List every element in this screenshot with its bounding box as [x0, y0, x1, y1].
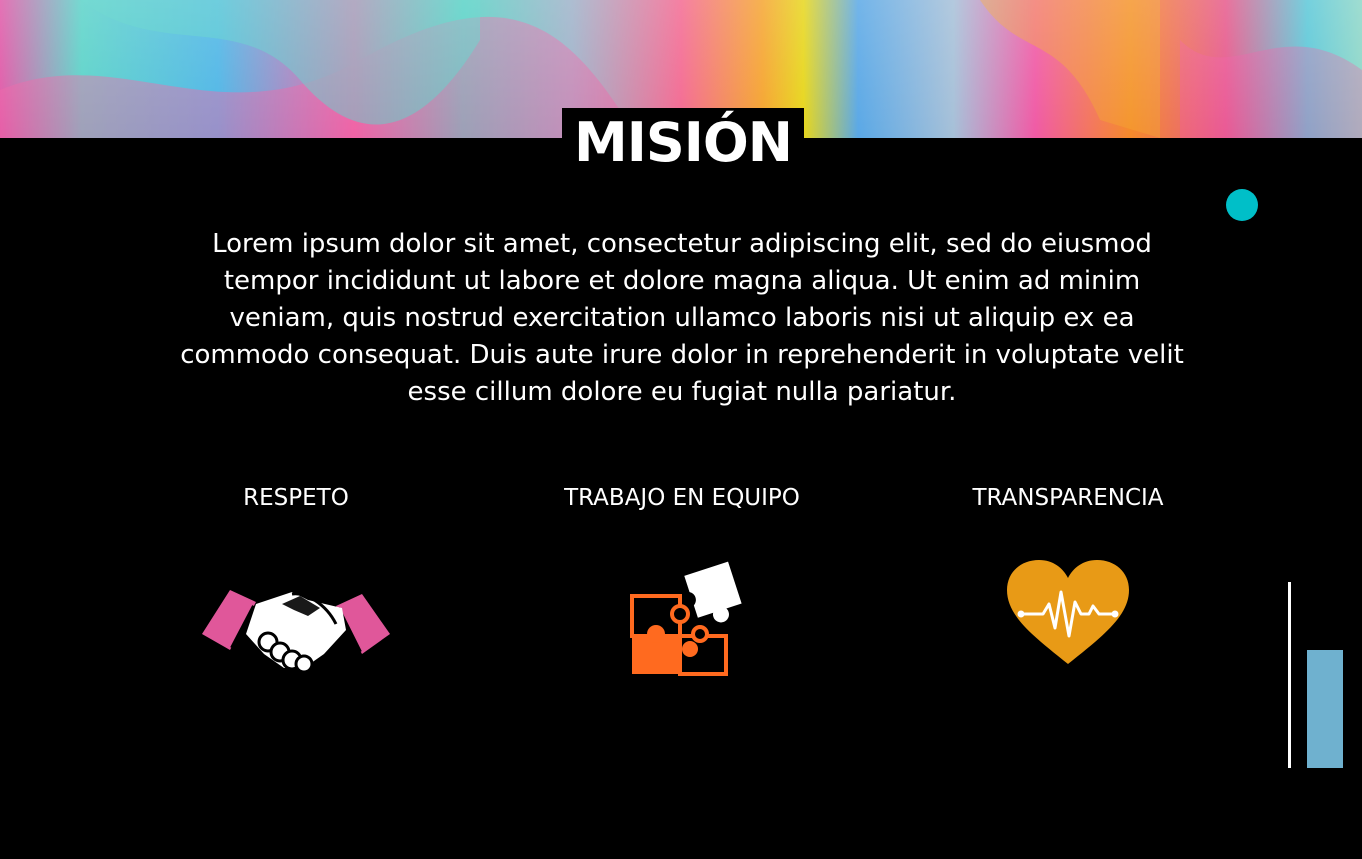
heartbeat-icon	[1007, 560, 1129, 664]
value-label: TRABAJO EN EQUIPO	[564, 485, 800, 511]
puzzle-icon	[630, 561, 742, 676]
value-label: TRANSPARENCIA	[972, 485, 1164, 511]
page-title: MISIÓN	[574, 111, 793, 174]
mission-paragraph: Lorem ipsum dolor sit amet, consectetur …	[180, 229, 1184, 407]
value-respeto: RESPETO	[146, 482, 446, 674]
accent-dot	[1226, 189, 1258, 221]
handshake-icon	[202, 590, 390, 674]
value-transparencia: TRANSPARENCIA	[918, 482, 1218, 668]
title-box: MISIÓN	[562, 108, 804, 172]
decorative-line	[1288, 582, 1291, 768]
decorative-bar	[1307, 650, 1343, 768]
value-trabajo-en-equipo: TRABAJO EN EQUIPO	[532, 482, 832, 680]
value-label: RESPETO	[243, 485, 349, 511]
